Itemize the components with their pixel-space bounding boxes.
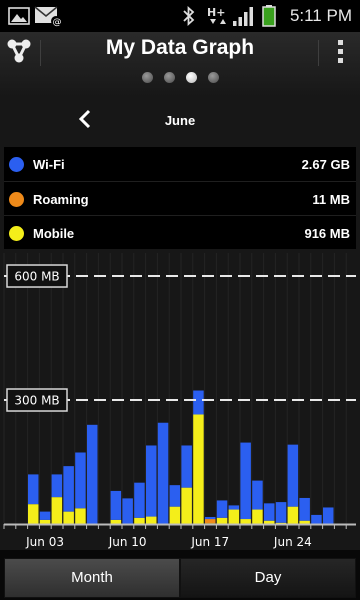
reference-label: 300 MB bbox=[14, 394, 59, 408]
x-tick-label: Jun 10 bbox=[108, 535, 147, 549]
month-navigation: June bbox=[0, 96, 360, 144]
svg-text:@: @ bbox=[53, 18, 62, 28]
bar-wifi-day-4 bbox=[51, 474, 63, 498]
bar-roaming-day-17 bbox=[205, 519, 216, 524]
bar-mobile-day-5 bbox=[63, 511, 74, 524]
bar-mobile-day-14 bbox=[169, 506, 181, 524]
bar-wifi-day-23 bbox=[275, 502, 287, 523]
page-indicator bbox=[0, 72, 360, 83]
bar-wifi-day-15 bbox=[181, 445, 192, 488]
bar-mobile-day-18 bbox=[216, 517, 228, 524]
hplus-network-icon: H+ bbox=[206, 0, 230, 32]
usage-legend: Wi-Fi 2.67 GB Roaming 11 MB Mobile 916 M… bbox=[4, 147, 356, 249]
reference-label: 600 MB bbox=[14, 270, 59, 284]
page-title: My Data Graph bbox=[105, 36, 255, 59]
bar-mobile-day-2 bbox=[28, 504, 39, 524]
bluetooth-icon bbox=[182, 0, 196, 32]
data-usage-chart: Jun 03 Jun 10 Jun 17 Jun 24 600 MB 300 MB bbox=[3, 253, 356, 549]
overflow-menu-icon[interactable] bbox=[330, 38, 350, 66]
bar-wifi-day-7 bbox=[87, 424, 98, 524]
x-tick-label: Jun 24 bbox=[273, 535, 312, 549]
legend-label: Mobile bbox=[33, 225, 75, 241]
content-area: June Wi-Fi 2.67 GB Roaming 11 MB Mobile … bbox=[0, 96, 360, 550]
legend-value: 916 MB bbox=[304, 225, 350, 241]
clock: 5:11 PM bbox=[289, 6, 352, 25]
bar-wifi-day-22 bbox=[264, 503, 275, 521]
bar-wifi-day-12 bbox=[146, 445, 157, 517]
x-tick-label: Jun 03 bbox=[25, 535, 64, 549]
page-dot-active[interactable] bbox=[185, 72, 197, 83]
bar-wifi-day-26 bbox=[311, 514, 322, 524]
bar-mobile-day-4 bbox=[51, 497, 63, 524]
legend-swatch bbox=[9, 156, 24, 172]
tab-day[interactable]: Day bbox=[180, 558, 356, 598]
legend-row-wifi: Wi-Fi 2.67 GB bbox=[4, 147, 356, 181]
app-bar: My Data Graph bbox=[0, 32, 360, 96]
x-tick-label: Jun 17 bbox=[190, 535, 229, 549]
signal-icon bbox=[232, 0, 256, 32]
legend-row-mobile: Mobile 916 MB bbox=[4, 215, 356, 250]
gallery-icon bbox=[8, 0, 30, 32]
legend-swatch bbox=[9, 191, 24, 207]
battery-icon bbox=[262, 0, 276, 32]
bar-mobile-day-21 bbox=[252, 509, 263, 524]
page-dot[interactable] bbox=[163, 72, 175, 83]
bar-wifi-day-20 bbox=[240, 442, 251, 520]
bar-mobile-day-15 bbox=[181, 487, 192, 524]
bar-mobile-day-19 bbox=[228, 509, 240, 524]
legend-swatch bbox=[9, 225, 24, 241]
tab-month[interactable]: Month bbox=[4, 558, 180, 598]
bar-mobile-day-3 bbox=[39, 519, 51, 524]
bar-wifi-day-10 bbox=[122, 498, 133, 524]
bar-wifi-day-5 bbox=[63, 466, 74, 512]
bar-wifi-day-27 bbox=[323, 507, 334, 524]
bar-mobile-day-11 bbox=[134, 517, 145, 524]
email-icon: @ bbox=[34, 0, 62, 32]
bottom-tab-bar: Month Day bbox=[0, 550, 360, 600]
bar-mobile-day-6 bbox=[75, 508, 86, 524]
bar-mobile-day-24 bbox=[287, 506, 299, 524]
app-bar-divider bbox=[318, 40, 319, 66]
legend-value: 2.67 GB bbox=[301, 156, 350, 172]
bar-wifi-day-11 bbox=[134, 482, 145, 518]
network-type-label: H+ bbox=[207, 6, 225, 19]
bar-wifi-day-16 bbox=[193, 390, 204, 415]
bar-wifi-day-17 bbox=[205, 516, 216, 520]
bar-wifi-day-6 bbox=[75, 452, 86, 509]
status-bar: @ H+ 5:11 PM bbox=[0, 0, 360, 32]
page-dot[interactable] bbox=[141, 72, 153, 83]
bar-wifi-day-2 bbox=[28, 474, 39, 505]
bar-wifi-day-3 bbox=[39, 511, 51, 520]
bar-wifi-day-25 bbox=[299, 497, 310, 521]
bar-wifi-day-13 bbox=[157, 422, 169, 524]
bar-wifi-day-21 bbox=[252, 480, 263, 510]
legend-row-roaming: Roaming 11 MB bbox=[4, 181, 356, 216]
legend-value: 11 MB bbox=[312, 191, 350, 207]
bar-mobile-day-16 bbox=[193, 414, 204, 524]
bar-wifi-day-18 bbox=[216, 500, 228, 518]
legend-label: Wi-Fi bbox=[33, 156, 65, 172]
bar-mobile-day-9 bbox=[110, 519, 122, 524]
bar-wifi-day-14 bbox=[169, 485, 181, 507]
legend-label: Roaming bbox=[33, 191, 89, 207]
bar-wifi-day-19 bbox=[228, 505, 240, 510]
month-label: June bbox=[164, 113, 196, 128]
bar-wifi-day-9 bbox=[110, 490, 122, 520]
bar-wifi-day-24 bbox=[287, 444, 299, 507]
bar-mobile-day-20 bbox=[240, 519, 251, 524]
page-dot[interactable] bbox=[207, 72, 219, 83]
bar-mobile-day-12 bbox=[146, 516, 157, 524]
